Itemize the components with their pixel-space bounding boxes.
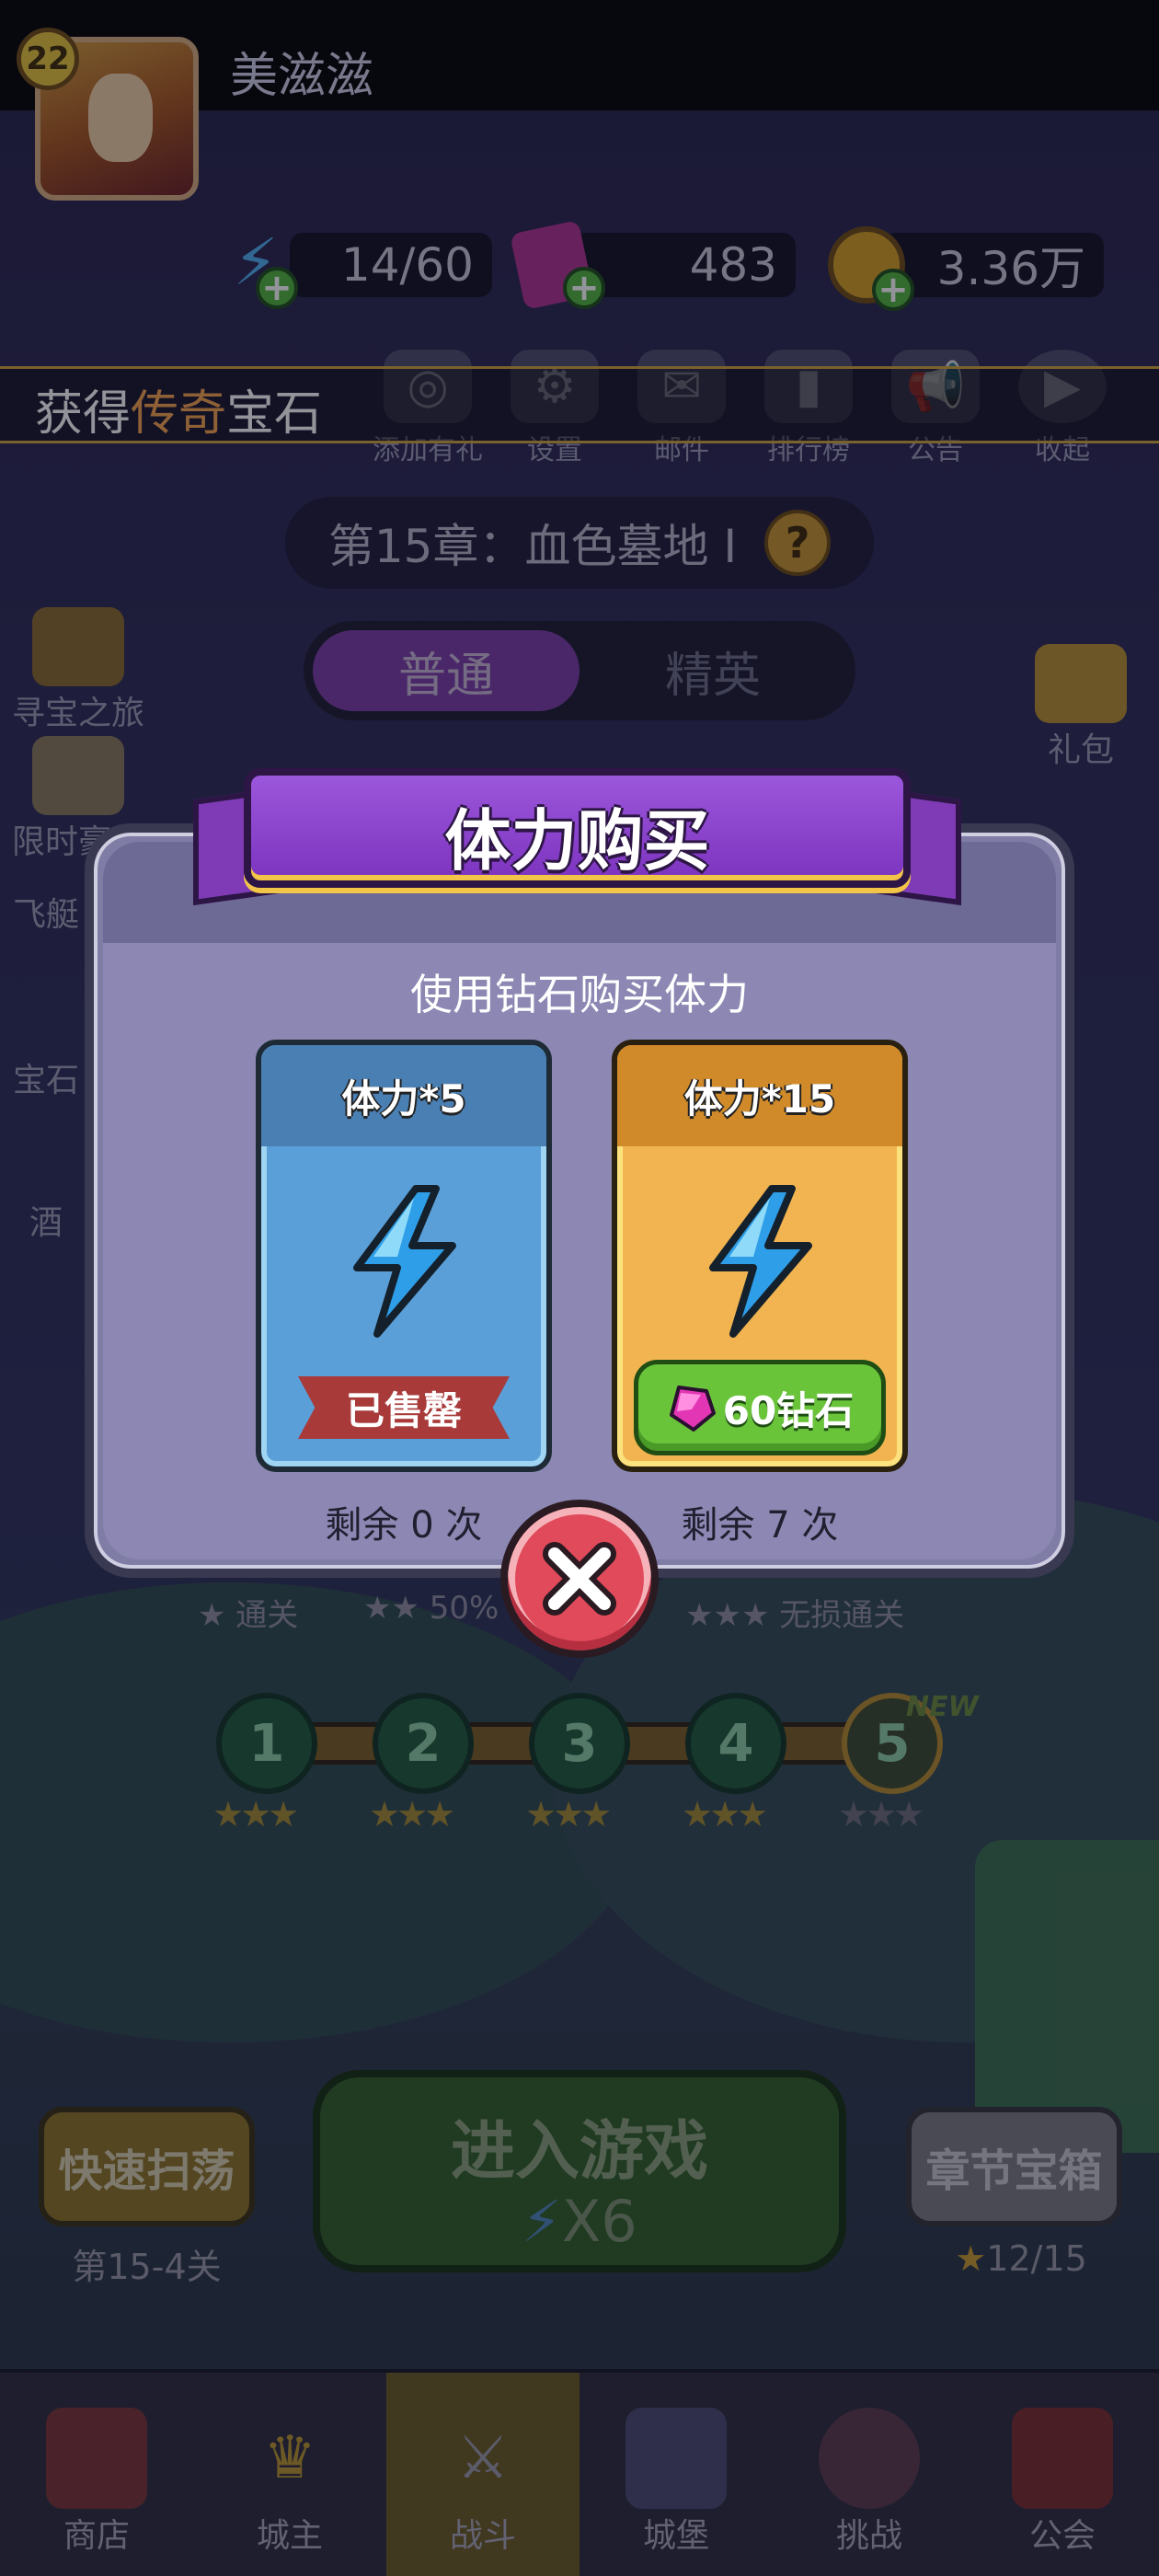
stage-stars: ★★★ <box>838 1794 924 1834</box>
side-gift-pack[interactable]: 礼包 <box>1012 644 1150 771</box>
stage-stars: ★★★ <box>525 1794 612 1834</box>
card-body: 已售罄 <box>261 1146 546 1466</box>
buy-with-diamonds-button[interactable]: 60钻石 <box>634 1360 886 1455</box>
player-level-badge: 22 <box>17 28 79 90</box>
dialog-subtitle: 使用钻石购买体力 <box>410 970 749 1019</box>
stamina-bolt-icon <box>353 1185 456 1338</box>
add-gold-button[interactable]: + <box>872 269 914 311</box>
stage-node-3[interactable]: 3 ★★★ <box>525 1693 630 1834</box>
shop-icon <box>46 2408 147 2509</box>
card-remaining-count: 剩余 7 次 <box>681 1504 839 1547</box>
player-name: 美滋滋 <box>230 49 374 104</box>
goal-clear: ★ 通关 <box>198 1597 299 1634</box>
gold-value: 3.36万 <box>883 233 1104 297</box>
chapter-title-bar: 第15章：血色墓地 Ⅰ ? <box>285 497 874 589</box>
chapter-title: 第15章：血色墓地 Ⅰ <box>327 520 738 573</box>
star-icon: ★ <box>955 2238 987 2279</box>
goal-flawless: ★★★ 无损通关 <box>685 1597 905 1634</box>
dialog-title-ribbon: 体力购买 <box>244 768 911 888</box>
limited-offer-icon <box>32 736 124 815</box>
stage-stars: ★★★ <box>212 1794 299 1834</box>
nav-shop[interactable]: 商店 <box>0 2373 193 2576</box>
stage-node-4[interactable]: 4 ★★★ <box>682 1693 786 1834</box>
side-treasure-hunt[interactable]: 寻宝之旅 <box>9 607 147 734</box>
nav-challenge[interactable]: 挑战 <box>773 2373 966 2576</box>
stage-stars: ★★★ <box>682 1794 768 1834</box>
gift-box-icon <box>1035 644 1127 723</box>
stamina-card-15: 体力*15 60钻石 <box>612 1040 908 1472</box>
nav-guild[interactable]: 公会 <box>966 2373 1159 2576</box>
nav-lord[interactable]: ♛ 城主 <box>193 2373 386 2576</box>
stage-node-2[interactable]: 2 ★★★ <box>369 1693 474 1834</box>
add-diamond-button[interactable]: + <box>563 267 605 309</box>
card-header: 体力*15 <box>617 1045 902 1146</box>
add-stamina-button[interactable]: + <box>256 267 298 309</box>
crown-icon: ♛ <box>263 2424 316 2492</box>
card-remaining-count: 剩余 0 次 <box>325 1504 483 1547</box>
ticker-text: 获得传奇宝石 <box>35 386 323 442</box>
start-game-button[interactable]: 进入游戏 ⚡X6 <box>313 2070 846 2272</box>
background-hill <box>975 1840 1159 2153</box>
stamina-purchase-dialog <box>85 823 1074 1578</box>
dialog-body <box>103 943 1056 1559</box>
card-header: 体力*5 <box>261 1045 546 1146</box>
stamina-bolt-icon <box>709 1185 812 1338</box>
side-gem[interactable]: 宝石 <box>0 1053 92 1101</box>
nav-battle[interactable]: ⚔ 战斗 <box>386 2373 580 2576</box>
quick-sweep-button[interactable]: 快速扫荡 <box>39 2107 255 2226</box>
dialog-title: 体力购买 <box>444 802 710 880</box>
nav-castle[interactable]: 城堡 <box>580 2373 773 2576</box>
sold-out-label: 已售罄 <box>298 1376 510 1439</box>
diamond-gem-icon <box>669 1386 716 1432</box>
treasure-icon <box>32 607 124 686</box>
stamina-bolt-icon: ⚡ <box>522 2188 562 2255</box>
news-ticker: 获得传奇宝石 <box>0 366 1159 443</box>
chapter-chest-button[interactable]: 章节宝箱 <box>906 2107 1122 2226</box>
castle-icon <box>625 2408 727 2509</box>
chest-progress: ★12/15 <box>955 2238 1087 2279</box>
bottom-nav: 商店 ♛ 城主 ⚔ 战斗 城堡 挑战 公会 <box>0 2369 1159 2576</box>
side-airship[interactable]: 飞艇 <box>0 888 92 936</box>
stage-node-1[interactable]: 1 ★★★ <box>212 1693 317 1834</box>
tab-normal[interactable]: 普通 <box>313 630 580 711</box>
start-game-cost: ⚡X6 <box>522 2188 637 2255</box>
price-label: 60钻石 <box>722 1387 855 1433</box>
new-badge: NEW <box>906 1691 979 1723</box>
card-body: 60钻石 <box>617 1146 902 1466</box>
demon-icon <box>819 2408 920 2509</box>
start-game-label: 进入游戏 <box>451 2113 708 2189</box>
stamina-card-5: 体力*5 已售罄 <box>256 1040 552 1472</box>
tab-elite[interactable]: 精英 <box>580 630 846 711</box>
goal-half: ★★ 50% <box>363 1590 499 1627</box>
close-button[interactable] <box>500 1500 659 1658</box>
stage-stars: ★★★ <box>369 1794 455 1834</box>
help-button[interactable]: ? <box>764 510 832 576</box>
guild-banner-icon <box>1012 2408 1113 2509</box>
crossed-swords-icon: ⚔ <box>456 2424 510 2492</box>
stamina-value: 14/60 <box>290 233 492 297</box>
side-tavern[interactable]: 酒 <box>0 1196 92 1244</box>
sweep-stage-label: 第15-4关 <box>72 2247 222 2287</box>
close-icon <box>543 1542 616 1616</box>
mode-tabs: 普通 精英 <box>304 621 855 720</box>
